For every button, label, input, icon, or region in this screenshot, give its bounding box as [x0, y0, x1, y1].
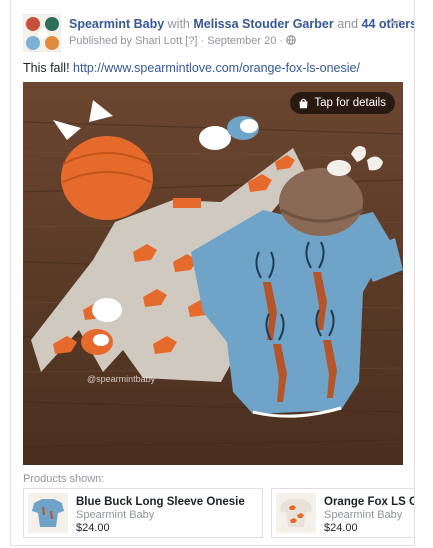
fox-onesie-thumbnail — [276, 493, 316, 533]
product-photo-illustration: @spearmintbaby — [23, 82, 403, 465]
product-card-blue-buck[interactable]: Blue Buck Long Sleeve Onesie Spearmint B… — [23, 488, 263, 538]
published-prefix: Published by — [69, 35, 132, 47]
avatar-image — [24, 15, 60, 51]
product-brand: Spearmint Baby — [76, 509, 155, 521]
photo-watermark: @spearmintbaby — [87, 374, 156, 384]
help-marker[interactable]: [?] — [185, 35, 197, 47]
chevron-down-icon[interactable] — [388, 17, 402, 27]
product-thumbnail — [28, 493, 68, 533]
tap-for-details-button[interactable]: Tap for details — [290, 92, 395, 114]
page-name-link[interactable]: Spearmint Baby — [69, 17, 164, 31]
post-date[interactable]: September 20 — [207, 35, 276, 47]
tap-for-details-label: Tap for details — [314, 97, 386, 109]
product-brand: Spearmint Baby — [324, 509, 403, 521]
product-thumbnail — [276, 493, 316, 533]
post-card: Spearmint Baby with Melissa Stouder Garb… — [10, 0, 415, 546]
publisher-name[interactable]: Shari Lott — [135, 35, 182, 47]
blue-onesie-thumbnail — [28, 493, 68, 533]
page-avatar[interactable] — [23, 14, 61, 52]
globe-icon — [286, 35, 297, 45]
product-name: Orange Fox LS One — [324, 496, 414, 508]
products-shown-label: Products shown: — [23, 473, 105, 485]
meta-separator-2: · — [279, 35, 284, 47]
post-body: This fall! http://www.spearmintlove.com/… — [23, 60, 402, 76]
tagged-person-link[interactable]: Melissa Stouder Garber — [193, 17, 333, 31]
product-card-orange-fox[interactable]: Orange Fox LS One Spearmint Baby $24.00 — [271, 488, 414, 538]
post-link[interactable]: http://www.spearmintlove.com/orange-fox-… — [73, 61, 360, 75]
post-body-text: This fall! — [23, 61, 70, 75]
with-text: with — [167, 17, 190, 31]
meta-separator: · — [200, 35, 205, 47]
shopping-bag-icon — [299, 98, 308, 108]
product-name: Blue Buck Long Sleeve Onesie — [76, 496, 245, 508]
and-text: and — [337, 17, 359, 31]
post-photo[interactable]: @spearmintbaby Tap for details — [23, 82, 403, 465]
product-price: $24.00 — [324, 522, 358, 534]
product-price: $24.00 — [76, 522, 110, 534]
post-header: Spearmint Baby with Melissa Stouder Garb… — [23, 14, 414, 54]
